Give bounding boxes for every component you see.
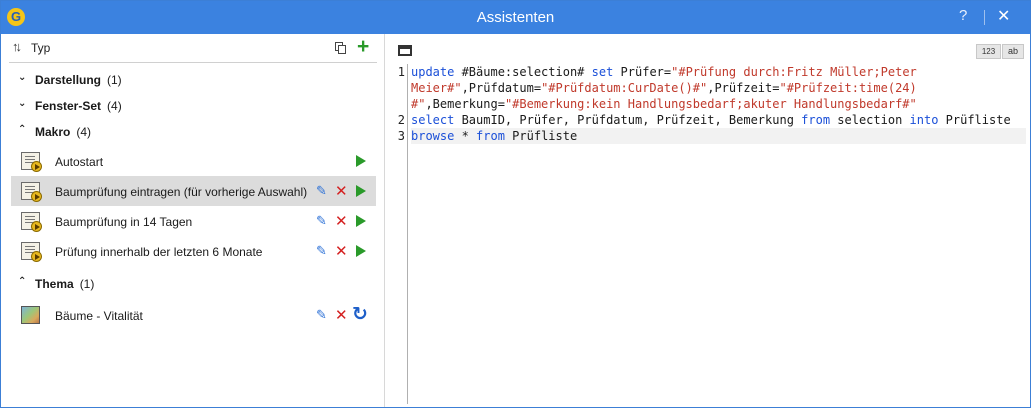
window-title: Assistenten [476,9,555,26]
chevron-down-icon: ⌄ [18,98,27,109]
code-line: #",Bemerkung="#Bemerkung:kein Handlungsb… [411,96,1026,112]
code-line: update #Bäume:selection# set Prüfer="#Pr… [411,64,1026,80]
theme-map-icon [21,306,40,324]
code-text: ,Bemerkung= [425,97,505,111]
delete-icon[interactable]: ✕ [335,306,348,324]
panel-layout-icon[interactable] [398,45,412,56]
code-string: Meier#" [411,81,462,95]
macro-label: Baumprüfung eintragen (für vorherige Aus… [55,185,308,199]
code-editor[interactable]: 1 2 3 update #Bäume:selection# set Prüfer=… [394,64,1028,404]
close-button[interactable]: ✕ [997,6,1010,26]
code-text: Prüfliste [504,129,578,143]
theme-label: Bäume - Vitalität [55,309,143,323]
macro-label: Autostart [55,155,104,169]
line-number [394,96,407,112]
code-line: browse * from Prüfliste [411,128,1026,144]
code-text: ,Prüfdatum= [461,81,542,95]
code-text: BaumID, Prüfer, Prüfdatum, Prüfzeit, Bem… [454,113,802,127]
group-darstellung[interactable]: ⌄ Darstellung (1) [1,70,385,90]
code-text: * [454,129,477,143]
code-text: ,Prüfzeit= [707,81,780,95]
run-icon[interactable] [356,215,366,227]
macro-label: Baumprüfung in 14 Tagen [55,215,193,229]
toolbar-divider [9,62,377,63]
refresh-icon[interactable]: ↻ [352,303,368,326]
code-keyword: browse [411,129,455,143]
group-name: Darstellung [35,73,102,87]
help-button[interactable]: ? [959,7,967,24]
copy-icon[interactable] [335,42,346,54]
code-line: Meier#",Prüfdatum="#Prüfdatum:CurDate()#… [411,80,1026,96]
edit-icon[interactable]: ✎ [316,307,327,323]
code-text: Prüfer= [613,65,672,79]
group-name: Makro [35,125,71,139]
code-string: "#Prüfung durch:Fritz Müller;Peter [671,65,917,79]
code-keyword: into [909,113,939,127]
chevron-up-icon: ⌃ [18,124,27,135]
code-keyword: from [476,129,505,143]
group-name: Fenster-Set [35,99,102,113]
run-icon[interactable] [356,185,366,197]
group-fenster-set[interactable]: ⌄ Fenster-Set (4) [1,96,385,116]
editor-toolbar: 123 ab [386,34,1030,62]
macro-icon [21,242,42,262]
line-number: 1 [397,65,405,79]
line-number-gutter: 1 2 3 [394,64,408,404]
code-area[interactable]: update #Bäume:selection# set Prüfer="#Pr… [411,64,1026,144]
run-icon[interactable] [356,155,366,167]
macro-icon [21,152,42,172]
code-line: select BaumID, Prüfer, Prüfdatum, Prüfze… [411,112,1026,128]
line-number: 3 [397,129,405,143]
code-keyword: from [801,113,831,127]
code-text: selection [830,113,910,127]
edit-icon[interactable]: ✎ [316,213,327,229]
macro-item-baumpruefung-14-tage[interactable]: Baumprüfung in 14 Tagen ✎ ✕ [11,206,376,236]
titlebar-divider [984,10,985,25]
word-wrap-toggle[interactable]: ab [1002,44,1024,59]
sort-label[interactable]: Typ [31,41,50,55]
code-string: "#Prüfdatum:CurDate()#" [541,81,708,95]
editor-panel: 123 ab 123 update #Bäume:selection# set … [386,34,1030,407]
code-keyword: update [411,65,455,79]
code-string: "#Prüfzeit:time(24) [779,81,917,95]
group-makro[interactable]: ⌃ Makro (4) [1,122,385,142]
group-name: Thema [35,277,74,291]
code-keyword: select [411,113,455,127]
macro-icon [21,212,42,232]
sort-updown-icon[interactable]: ↑↓ [12,39,22,54]
assistant-window: G Assistenten ? ✕ ↑↓ Typ + ⌄ Darstellung… [0,0,1031,408]
group-count: (4) [107,99,122,113]
code-keyword: set [591,65,614,79]
plus-icon[interactable]: + [357,36,369,58]
macro-item-baumpruefung-eintragen[interactable]: Baumprüfung eintragen (für vorherige Aus… [11,176,376,206]
edit-icon[interactable]: ✎ [316,243,327,259]
theme-item-baeume-vitalitaet[interactable]: Bäume - Vitalität ✎ ✕ ↻ [11,300,376,330]
edit-icon[interactable]: ✎ [316,183,327,199]
code-string: #" [411,97,426,111]
line-numbers-toggle[interactable]: 123 [976,44,1001,59]
line-number: 2 [397,113,405,127]
group-thema[interactable]: ⌃ Thema (1) [1,274,385,294]
run-icon[interactable] [356,245,366,257]
code-text: Prüfliste [938,113,1011,127]
code-string: "#Bemerkung:kein Handlungsbedarf;akuter … [504,97,917,111]
chevron-down-icon: ⌄ [18,72,27,83]
list-toolbar: ↑↓ Typ + [1,34,385,62]
chevron-up-icon: ⌃ [18,276,27,287]
delete-icon[interactable]: ✕ [335,182,348,200]
macro-icon [21,182,42,202]
title-bar[interactable]: G Assistenten ? ✕ [1,1,1030,34]
delete-icon[interactable]: ✕ [335,242,348,260]
code-text: #Bäume:selection# [454,65,592,79]
assistant-list-panel: ↑↓ Typ + ⌄ Darstellung (1) ⌄ Fenster-Set (… [1,34,385,407]
macro-item-pruefung-6-monate[interactable]: Prüfung innerhalb der letzten 6 Monate ✎… [11,236,376,266]
group-count: (1) [107,73,122,87]
macro-label: Prüfung innerhalb der letzten 6 Monate [55,245,263,259]
group-count: (1) [79,277,95,291]
delete-icon[interactable]: ✕ [335,212,348,230]
group-count: (4) [76,125,92,139]
line-number [394,80,407,96]
macro-item-autostart[interactable]: Autostart [11,146,376,176]
